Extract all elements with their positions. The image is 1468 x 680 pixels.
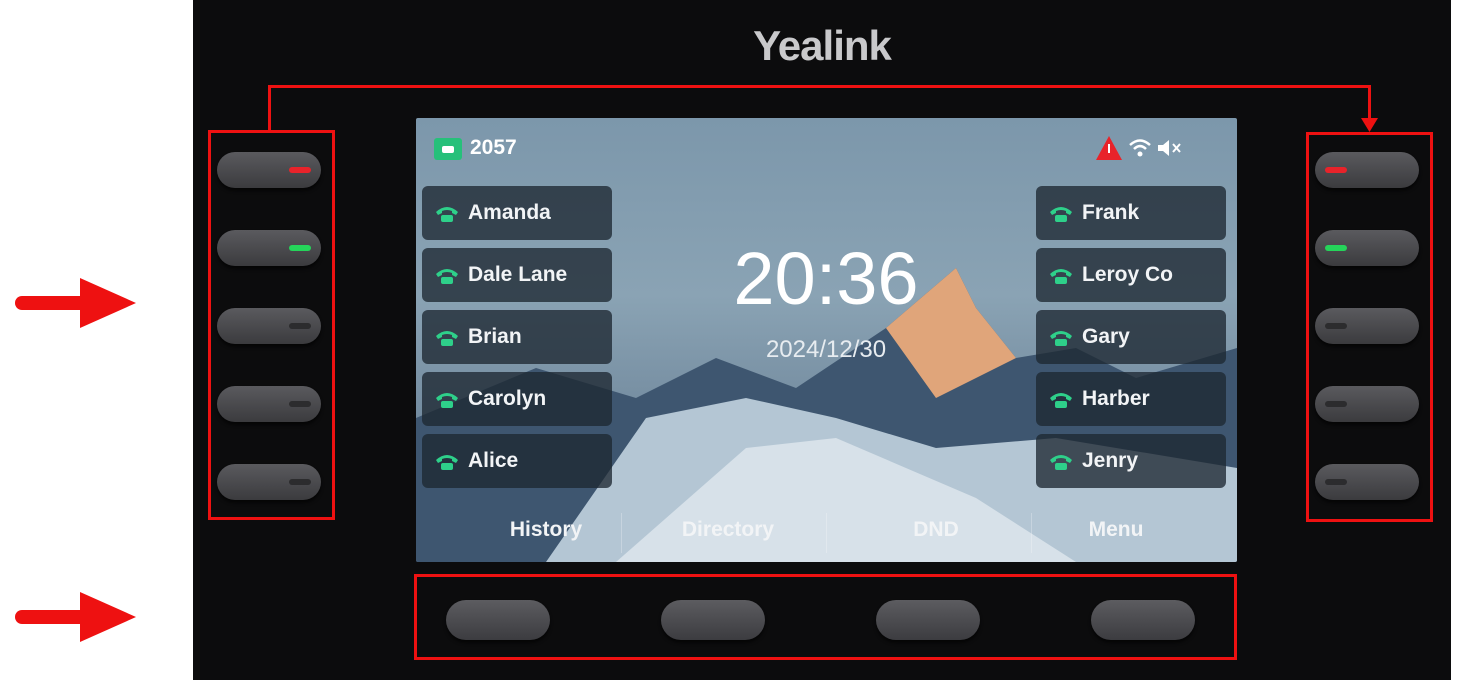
line-key-right-4[interactable]: Harber: [1036, 372, 1226, 426]
line-key-right-1[interactable]: Frank: [1036, 186, 1226, 240]
clock-time: 20:36: [733, 237, 919, 320]
phone-icon: [436, 393, 458, 408]
line-key-label: Leroy Co: [1082, 263, 1174, 286]
softkey-button-3[interactable]: [876, 600, 980, 640]
line-key-left-3[interactable]: Brian: [422, 310, 612, 364]
phone-icon: [1050, 207, 1072, 222]
line-key-label: Brian: [468, 325, 522, 348]
left-line-button-5[interactable]: [217, 464, 321, 500]
softkey-button-4[interactable]: [1091, 600, 1195, 640]
line-key-label: Alice: [468, 449, 519, 472]
left-line-button-1[interactable]: [217, 152, 321, 188]
phone-icon: [1050, 455, 1072, 470]
led-red: [1325, 167, 1347, 173]
line-key-left-1[interactable]: Amanda: [422, 186, 612, 240]
led-off: [1325, 479, 1347, 485]
softkey-history[interactable]: History: [446, 518, 646, 542]
alert-icon: [1096, 136, 1122, 160]
phone-icon: [1050, 269, 1072, 284]
softkey-button-1[interactable]: [446, 600, 550, 640]
left-line-button-3[interactable]: [217, 308, 321, 344]
annotation-bracket-arrowhead: [1361, 118, 1378, 132]
brand-logo: Yealink: [753, 22, 892, 69]
mute-icon: [1158, 140, 1181, 156]
annotation-bracket-right: [1368, 85, 1371, 121]
line-key-label: Amanda: [468, 201, 551, 224]
line-key-label: Frank: [1082, 201, 1140, 224]
softkey-directory[interactable]: Directory: [628, 518, 828, 542]
right-line-button-2[interactable]: [1315, 230, 1419, 266]
line-key-right-3[interactable]: Gary: [1036, 310, 1226, 364]
line-key-left-2[interactable]: Dale Lane: [422, 248, 612, 302]
phone-icon: [1050, 393, 1072, 408]
led-off: [1325, 401, 1347, 407]
phone-icon: [436, 207, 458, 222]
line-key-label: Harber: [1082, 387, 1150, 410]
line-key-left-4[interactable]: Carolyn: [422, 372, 612, 426]
led-off: [1325, 323, 1347, 329]
phone-icon: [436, 455, 458, 470]
phone-icon: [436, 269, 458, 284]
line-key-label: Jenry: [1082, 449, 1139, 472]
left-line-button-2[interactable]: [217, 230, 321, 266]
line-key-left-5[interactable]: Alice: [422, 434, 612, 488]
led-red: [289, 167, 311, 173]
left-line-button-4[interactable]: [217, 386, 321, 422]
annotation-bracket-left: [268, 85, 271, 133]
led-green: [289, 245, 311, 251]
annotation-arrowhead-lower: [80, 592, 136, 642]
led-off: [289, 401, 311, 407]
line-key-label: Gary: [1082, 325, 1130, 348]
line-key-right-5[interactable]: Jenry: [1036, 434, 1226, 488]
line-key-right-2[interactable]: Leroy Co: [1036, 248, 1226, 302]
led-green: [1325, 245, 1347, 251]
right-line-button-3[interactable]: [1315, 308, 1419, 344]
line-key-label: Carolyn: [468, 387, 547, 410]
wifi-icon: [1129, 139, 1151, 157]
right-line-button-4[interactable]: [1315, 386, 1419, 422]
line-key-label: Dale Lane: [468, 263, 568, 286]
phone-icon: [436, 331, 458, 346]
phone-line-icon: [434, 138, 462, 160]
extension-number: 2057: [470, 136, 517, 159]
phone-icon: [1050, 331, 1072, 346]
right-line-button-5[interactable]: [1315, 464, 1419, 500]
softkey-dnd[interactable]: DND: [836, 518, 1036, 542]
softkey-button-2[interactable]: [661, 600, 765, 640]
led-off: [289, 323, 311, 329]
right-line-button-1[interactable]: [1315, 152, 1419, 188]
annotation-arrowhead-upper: [80, 278, 136, 328]
softkey-menu[interactable]: Menu: [1016, 518, 1216, 542]
led-off: [289, 479, 311, 485]
phone-screen: 2057 Amanda Dale Lane Brian Carolyn Alic…: [416, 118, 1237, 562]
clock-date: 2024/12/30: [765, 336, 887, 363]
annotation-bracket-top: [268, 85, 1371, 88]
